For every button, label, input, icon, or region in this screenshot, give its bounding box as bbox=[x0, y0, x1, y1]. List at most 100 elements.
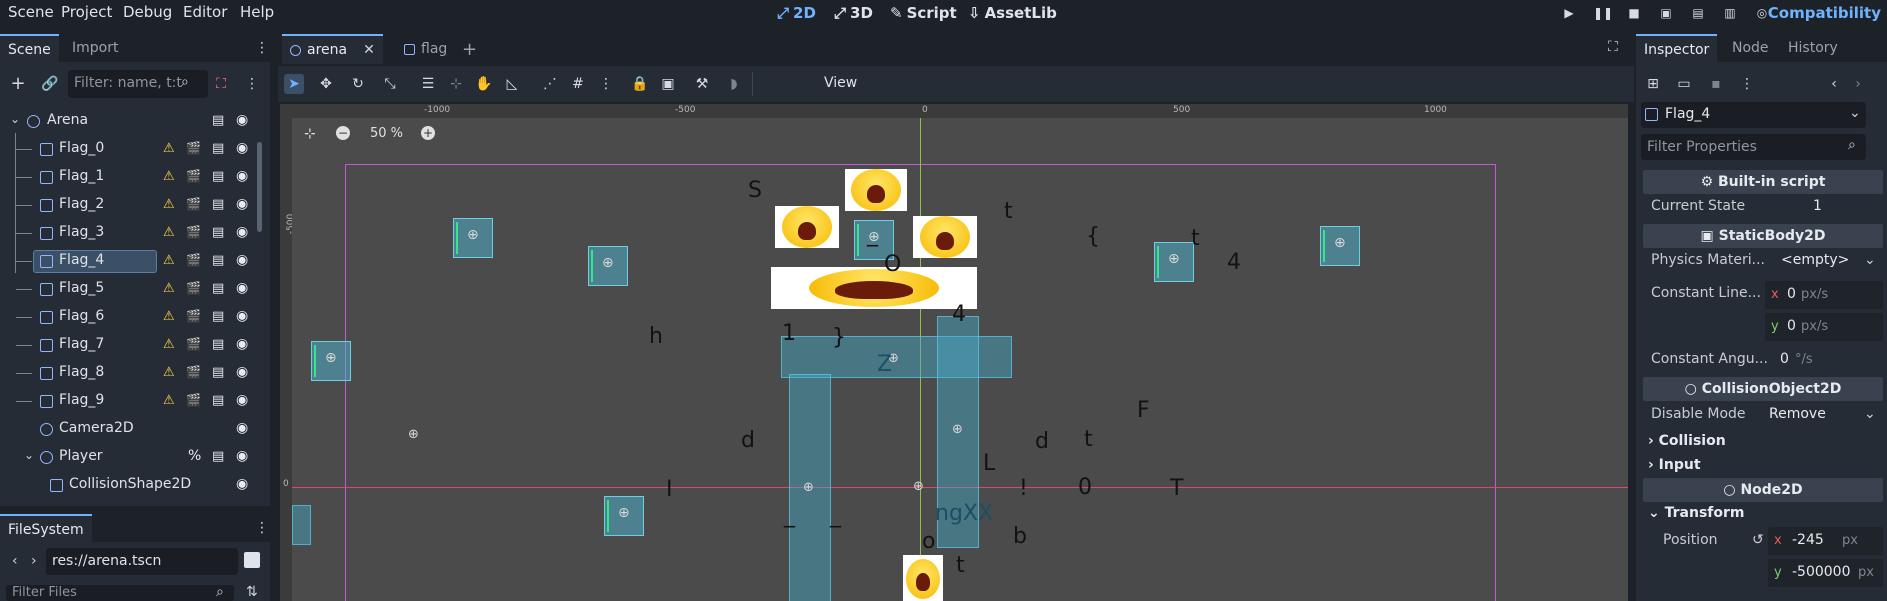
flag-sprite[interactable] bbox=[1320, 226, 1360, 266]
open-scene-icon[interactable]: 🎬 bbox=[186, 309, 201, 323]
filesystem-path-input[interactable]: res://arena.tscn bbox=[46, 548, 238, 575]
prop-current-state-value[interactable]: 1 bbox=[1813, 198, 1822, 214]
script-icon[interactable]: ▤ bbox=[212, 309, 224, 324]
remote-debug-icon[interactable]: ▣ bbox=[1658, 5, 1674, 21]
inspector-menu-icon[interactable]: ⋮ bbox=[1737, 74, 1757, 94]
scale-tool-icon[interactable]: ⤡ bbox=[380, 74, 400, 94]
open-scene-icon[interactable]: 🎬 bbox=[186, 253, 201, 267]
open-scene-icon[interactable]: 🎬 bbox=[186, 337, 201, 351]
tree-row[interactable]: Flag_7 ⚠ 🎬 ▤ ◉ bbox=[0, 334, 258, 357]
tab-scene[interactable]: Scene bbox=[0, 34, 59, 62]
add-node-icon[interactable]: + bbox=[8, 74, 28, 94]
section-collisionobject2d[interactable]: ○ CollisionObject2D bbox=[1643, 377, 1883, 401]
crying-emoji-sprite[interactable] bbox=[845, 169, 907, 211]
visibility-eye-icon[interactable]: ◉ bbox=[236, 364, 248, 380]
position-y-field[interactable]: y -500000 px bbox=[1768, 559, 1883, 587]
visibility-eye-icon[interactable]: ◉ bbox=[236, 252, 248, 268]
group-collision[interactable]: › Collision bbox=[1648, 433, 1726, 449]
sort-icon[interactable]: ⇅ bbox=[246, 584, 258, 600]
script-icon[interactable]: ▤ bbox=[212, 337, 224, 352]
open-scene-icon[interactable]: 🎬 bbox=[186, 225, 201, 239]
link-icon[interactable]: 🔗 bbox=[40, 74, 60, 94]
renderer-selector[interactable]: Compatibility bbox=[1768, 4, 1881, 22]
crying-emoji-sprite[interactable] bbox=[913, 216, 977, 258]
open-scene-icon[interactable]: 🎬 bbox=[186, 197, 201, 211]
script-icon[interactable]: ▤ bbox=[212, 365, 224, 380]
section-node2d[interactable]: ○ Node2D bbox=[1643, 478, 1883, 502]
filesystem-filter-input[interactable]: Filter Files bbox=[6, 585, 234, 601]
menu-help[interactable]: Help bbox=[240, 3, 274, 21]
section-built-in-script[interactable]: ⚙ Built-in script bbox=[1643, 170, 1883, 194]
script-icon[interactable]: ▤ bbox=[212, 197, 224, 212]
warning-icon[interactable]: ⚠ bbox=[163, 197, 175, 212]
forward-icon[interactable]: › bbox=[31, 553, 37, 569]
open-scene-icon[interactable]: 🎬 bbox=[186, 169, 201, 183]
script-icon[interactable]: ▤ bbox=[212, 253, 224, 268]
play-icon[interactable]: ▶ bbox=[1561, 5, 1577, 21]
flag-sprite[interactable] bbox=[453, 218, 493, 258]
tree-row[interactable]: Flag_0 ⚠ 🎬 ▤ ◉ bbox=[0, 138, 258, 161]
crying-emoji-sprite[interactable] bbox=[771, 267, 977, 309]
flag-sprite[interactable] bbox=[311, 341, 351, 381]
open-scene-icon[interactable]: 🎬 bbox=[186, 141, 201, 155]
workspace-2d[interactable]: ⤢ 2D bbox=[777, 4, 816, 22]
chevron-down-icon[interactable]: ⌄ bbox=[1864, 406, 1876, 422]
position-x-field[interactable]: x -245 px bbox=[1768, 527, 1883, 555]
workspace-assetlib[interactable]: ⇩ AssetLib bbox=[968, 4, 1057, 22]
prop-physics-material-value[interactable]: <empty> bbox=[1781, 252, 1849, 268]
script-icon[interactable]: ▤ bbox=[212, 393, 224, 408]
workspace-script[interactable]: ✎ Script bbox=[890, 4, 957, 22]
save-icon[interactable]: ▪ bbox=[1706, 74, 1726, 94]
tree-row[interactable]: Flag_9 ⚠ 🎬 ▤ ◉ bbox=[0, 390, 258, 413]
tab-inspector[interactable]: Inspector bbox=[1636, 34, 1718, 62]
visibility-eye-icon[interactable]: ◉ bbox=[236, 448, 248, 464]
tab-arena[interactable]: arena ✕ bbox=[282, 34, 383, 64]
lock-icon[interactable]: 🔒 bbox=[630, 74, 650, 94]
flag-sprite[interactable] bbox=[292, 505, 311, 545]
view-menu[interactable]: View bbox=[824, 75, 857, 91]
constant-linear-x-field[interactable]: x 0 px/s bbox=[1765, 281, 1883, 309]
tab-import[interactable]: Import bbox=[64, 34, 126, 62]
tree-row[interactable]: Flag_8 ⚠ 🎬 ▤ ◉ bbox=[0, 362, 258, 385]
back-icon[interactable]: ‹ bbox=[12, 553, 18, 569]
visibility-eye-icon[interactable]: ◉ bbox=[236, 168, 248, 184]
workspace-3d[interactable]: ⤢ 3D bbox=[834, 4, 873, 22]
constant-linear-y-field[interactable]: y 0 px/s bbox=[1765, 313, 1883, 341]
script-icon[interactable]: ▤ bbox=[212, 281, 224, 296]
tab-filesystem[interactable]: FileSystem bbox=[0, 514, 92, 542]
chevron-down-icon[interactable]: ⌄ bbox=[10, 112, 20, 126]
tree-row[interactable]: CollisionShape2D ◉ bbox=[0, 474, 258, 497]
group-icon[interactable]: ▣ bbox=[658, 74, 678, 94]
flag-sprite[interactable] bbox=[588, 246, 628, 286]
visibility-eye-icon[interactable]: ◉ bbox=[236, 336, 248, 352]
list-select-icon[interactable]: ☰ bbox=[418, 74, 438, 94]
object-selector[interactable]: Flag_4 ⌄ bbox=[1641, 102, 1866, 128]
warning-icon[interactable]: ⚠ bbox=[163, 141, 175, 156]
zoom-level[interactable]: 50 % bbox=[370, 126, 403, 141]
script-icon[interactable]: ▤ bbox=[212, 141, 224, 156]
new-resource-icon[interactable]: ⊞ bbox=[1643, 74, 1663, 94]
scene-menu-icon[interactable]: ⋮ bbox=[242, 74, 262, 94]
stop-icon[interactable]: ■ bbox=[1626, 5, 1642, 21]
visibility-eye-icon[interactable]: ◉ bbox=[236, 112, 248, 128]
warning-icon[interactable]: ⚠ bbox=[163, 393, 175, 408]
open-scene-icon[interactable]: 🎬 bbox=[186, 393, 201, 407]
menu-project[interactable]: Project bbox=[61, 3, 112, 21]
property-filter-input[interactable]: Filter Properties bbox=[1641, 134, 1866, 160]
visibility-eye-icon[interactable]: ◉ bbox=[236, 196, 248, 212]
pivot-tool-icon[interactable]: ⊹ bbox=[446, 74, 466, 94]
visibility-eye-icon[interactable]: ◉ bbox=[236, 308, 248, 324]
section-staticbody2d[interactable]: ▣ StaticBody2D bbox=[1643, 224, 1883, 248]
script-icon[interactable]: ▤ bbox=[212, 449, 224, 464]
unique-name-badge[interactable]: % bbox=[188, 448, 201, 464]
visibility-eye-icon[interactable]: ◉ bbox=[236, 280, 248, 296]
filter-script-icon[interactable]: ⛶ bbox=[211, 74, 231, 94]
canvas-viewport[interactable]: ⊹ − 50 % + ⊕ ⊕ ⊕ ⊕ ⊕ ⊕ ⊕ ⊕ ⊕ ⊕ ⊕ ⊕ S t {… bbox=[292, 118, 1628, 601]
warning-icon[interactable]: ⚠ bbox=[163, 225, 175, 240]
filesystem-menu-icon[interactable]: ⋮ bbox=[252, 518, 272, 538]
prop-disable-mode-value[interactable]: Remove bbox=[1769, 406, 1826, 422]
snap-menu-icon[interactable]: ⋮ bbox=[596, 74, 616, 94]
play-custom-icon[interactable]: ▥ bbox=[1722, 5, 1738, 21]
open-scene-icon[interactable]: 🎬 bbox=[186, 365, 201, 379]
close-icon[interactable]: ✕ bbox=[363, 36, 375, 64]
